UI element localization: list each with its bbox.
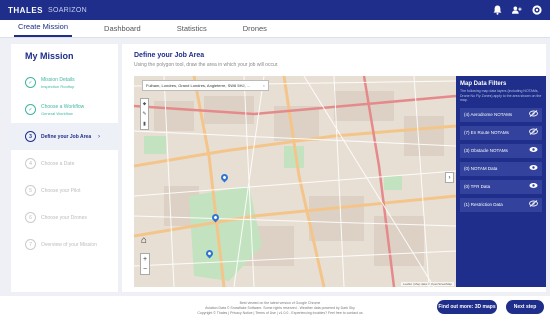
step-label: Define your Job Area (41, 133, 92, 140)
step-mission-details[interactable]: ✓ Mission Details Inspection Rooftop (11, 69, 118, 96)
filter-label: (7) En Route NOTAMs (464, 130, 509, 135)
step-number: 6 (25, 212, 36, 223)
eye-off-icon[interactable] (529, 110, 538, 119)
settings-icon[interactable] (532, 5, 542, 15)
step-number: 7 (25, 239, 36, 250)
step-number: 4 (25, 158, 36, 169)
filter-en-route-notams[interactable]: (7) En Route NOTAMs (460, 125, 542, 140)
job-area-panel: Define your Job Area Using the polygon t… (122, 44, 546, 292)
add-user-icon[interactable] (512, 5, 522, 15)
home-icon[interactable]: ⌂ (141, 236, 147, 246)
filter-notam-data[interactable]: (0) NOTAM Data (460, 161, 542, 176)
find-out-more-button[interactable]: Find out more: 3D maps (437, 300, 497, 314)
eye-icon[interactable] (529, 182, 538, 191)
step-overview[interactable]: 7 Overview of your Mission (11, 231, 118, 258)
next-step-button[interactable]: Next step (506, 300, 544, 314)
mission-sidebar: My Mission ✓ Mission Details Inspection R… (11, 44, 118, 292)
map-data-filters-panel: Map Data Filters The following map data … (456, 76, 546, 287)
zoom-out-button[interactable]: − (143, 266, 147, 273)
zoom-in-button[interactable]: + (143, 256, 147, 263)
zoom-control: + − (140, 253, 150, 275)
step-label: Mission Details (41, 76, 75, 83)
main-tabs: Create Mission Dashboard Statistics Dron… (0, 20, 550, 38)
step-label: Choose a Date (41, 160, 75, 167)
step-label: Choose your Drones (41, 214, 87, 221)
step-choose-date[interactable]: 4 Choose a Date (11, 150, 118, 177)
tab-statistics[interactable]: Statistics (173, 24, 211, 37)
footer: Best viewed on the latest version of Goo… (0, 296, 550, 320)
marker-tool-icon[interactable]: ⬥ (143, 101, 147, 107)
footer-text: Best viewed on the latest version of Goo… (180, 301, 380, 316)
eye-off-icon[interactable] (529, 200, 538, 209)
map-attribution[interactable]: Leaflet | Map data © OpenStreetMap (400, 282, 454, 286)
step-sublabel: General Workflow (41, 110, 73, 116)
step-label: Overview of your Mission (41, 241, 97, 248)
page-title: Define your Job Area (134, 52, 205, 59)
product-name: SOARIZON (48, 6, 87, 14)
filter-tfr-data[interactable]: (0) TFR Data (460, 179, 542, 194)
eye-icon[interactable] (529, 146, 538, 155)
filters-title: Map Data Filters (460, 81, 507, 87)
step-choose-drones[interactable]: 6 Choose your Drones (11, 204, 118, 231)
filter-aerodrome-notams[interactable]: (4) Aerodrome NOTAMs (460, 107, 542, 122)
filter-obstacle-notams[interactable]: (3) Obstacle NOTAMs (460, 143, 542, 158)
filter-label: (3) Obstacle NOTAMs (464, 148, 508, 153)
brand-logo: THALES (8, 5, 43, 15)
eye-off-icon[interactable] (529, 128, 538, 137)
map-background (134, 76, 456, 287)
edit-tool-icon[interactable]: ✎ (142, 111, 146, 117)
page-subtitle: Using the polygon tool, draw the area in… (134, 62, 279, 68)
footer-line: Copyright © Thales | Privacy Notice | Te… (197, 311, 363, 315)
search-value: Fulham, Londres, Grand Londres, Angleter… (146, 83, 251, 88)
filter-restriction-data[interactable]: (1) Restriction Data (460, 197, 542, 212)
location-search-input[interactable]: Fulham, Londres, Grand Londres, Angleter… (142, 80, 269, 91)
chevron-right-icon: › (98, 133, 100, 140)
collapse-filters-button[interactable]: › (445, 172, 454, 183)
sidebar-title: My Mission (25, 51, 74, 61)
top-icons (492, 5, 542, 15)
filter-label: (1) Restriction Data (464, 202, 503, 207)
step-number: 5 (25, 185, 36, 196)
tab-create-mission[interactable]: Create Mission (14, 22, 73, 37)
bell-icon[interactable] (492, 5, 502, 15)
map-view[interactable]: Fulham, Londres, Grand Londres, Angleter… (134, 76, 456, 287)
check-icon: ✓ (25, 104, 36, 115)
step-choose-pilot[interactable]: 5 Choose your Pilot (11, 177, 118, 204)
draw-toolbar: ⬥ ✎ ▮ (140, 98, 149, 130)
filter-label: (4) Aerodrome NOTAMs (464, 112, 513, 117)
delete-tool-icon[interactable]: ▮ (143, 121, 146, 127)
step-sublabel: Inspection Rooftop (41, 83, 75, 89)
tab-drones[interactable]: Drones (239, 24, 271, 37)
step-define-job-area[interactable]: 3 Define your Job Area › (11, 123, 118, 150)
filters-description: The following map data layers (including… (460, 89, 542, 102)
clear-icon[interactable]: × (263, 83, 265, 88)
step-label: Choose your Pilot (41, 187, 81, 194)
eye-icon[interactable] (529, 164, 538, 173)
step-label: Choose a Workflow (41, 103, 85, 110)
filter-label: (0) NOTAM Data (464, 166, 498, 171)
tab-dashboard[interactable]: Dashboard (100, 24, 145, 37)
filter-label: (0) TFR Data (464, 184, 491, 189)
step-number: 3 (25, 131, 36, 142)
top-bar: THALES SOARIZON (0, 0, 550, 20)
step-choose-workflow[interactable]: ✓ Choose a Workflow General Workflow (11, 96, 118, 123)
check-icon: ✓ (25, 77, 36, 88)
